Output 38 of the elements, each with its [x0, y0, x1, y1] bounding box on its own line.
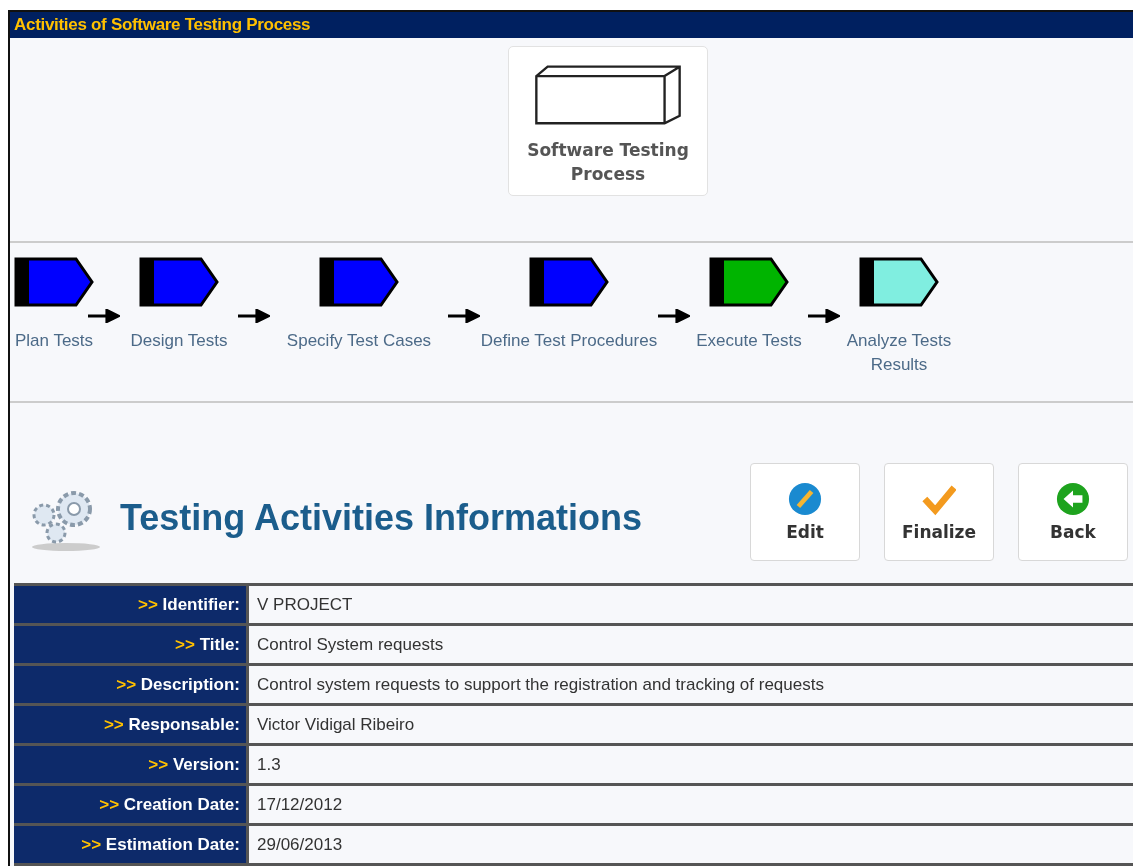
pencil-icon	[788, 482, 822, 516]
field-value: Victor Vidigal Ribeiro	[247, 704, 1133, 745]
arrow-icon	[88, 309, 120, 323]
arrow-icon	[448, 309, 480, 323]
activity-label[interactable]: Execute Tests	[684, 329, 814, 353]
finalize-button[interactable]: Finalize	[884, 463, 994, 561]
field-value: Control system requests to support the registration and tracking of requests	[247, 664, 1133, 705]
header-title: Activities of Software Testing Process	[14, 15, 311, 35]
arrow-icon	[238, 309, 270, 323]
activity-icon[interactable]	[319, 257, 399, 307]
edit-button[interactable]: Edit	[750, 463, 860, 561]
activity-label[interactable]: Analyze Tests Results	[834, 329, 964, 377]
activity-icon[interactable]	[529, 257, 609, 307]
activity-icon[interactable]	[14, 257, 94, 307]
field-label: >> Description:	[14, 664, 248, 705]
section-title: Testing Activities Informations	[120, 497, 643, 539]
field-value: 17/12/2012	[247, 784, 1133, 825]
process-card[interactable]: Software Testing Process	[508, 46, 708, 196]
field-value: Control System requests	[247, 624, 1133, 665]
activity-label[interactable]: Plan Tests	[14, 329, 94, 353]
field-label: >> Responsable:	[14, 704, 248, 745]
activity-icon[interactable]	[859, 257, 939, 307]
activity-label[interactable]: Define Test Procedures	[474, 329, 664, 353]
activity-icon[interactable]	[139, 257, 219, 307]
field-label: >> Identifier:	[14, 584, 248, 625]
field-value: 1.3	[247, 744, 1133, 785]
field-label: >> Estimation Date:	[14, 824, 248, 865]
field-label: >> Creation Date:	[14, 784, 248, 825]
field-label: >> Title:	[14, 624, 248, 665]
arrow-icon	[808, 309, 840, 323]
field-value: V PROJECT	[247, 584, 1133, 625]
back-button[interactable]: Back	[1018, 463, 1128, 561]
activity-icon[interactable]	[709, 257, 789, 307]
arrow-icon	[658, 309, 690, 323]
field-value: 29/06/2013	[247, 824, 1133, 865]
activity-label[interactable]: Design Tests	[114, 329, 244, 353]
field-label: >> Version:	[14, 744, 248, 785]
activity-label[interactable]: Specify Test Cases	[264, 329, 454, 353]
